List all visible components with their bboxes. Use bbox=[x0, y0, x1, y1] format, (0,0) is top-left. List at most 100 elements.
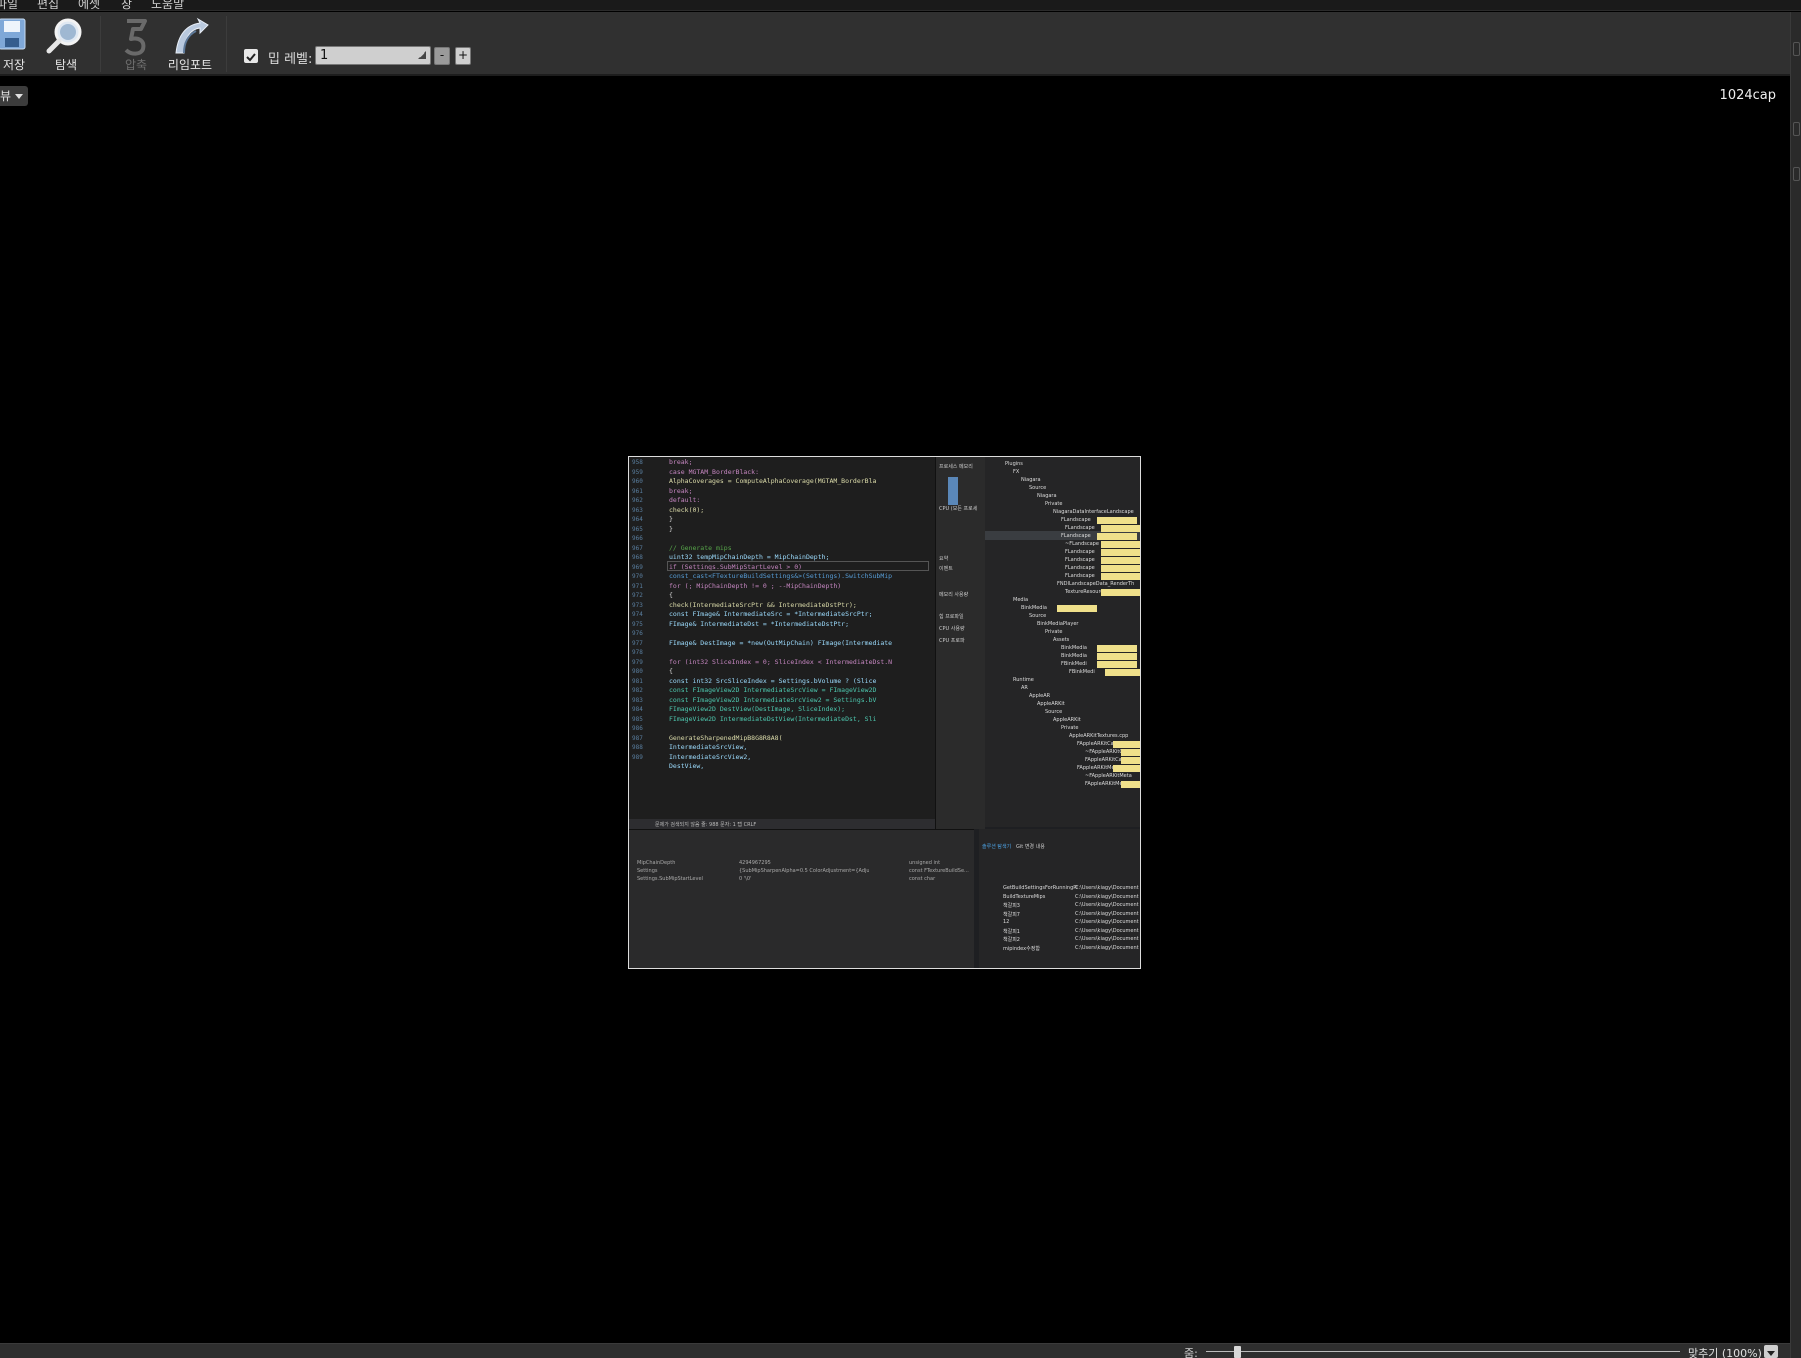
preview-bookmark-name: 책갈피7 bbox=[1003, 911, 1020, 918]
preview-tree-tag bbox=[1101, 541, 1140, 548]
menu-asset[interactable]: 에셋 bbox=[78, 0, 100, 10]
preview-tree-tag bbox=[1097, 517, 1137, 524]
preview-local-type: const FTextureBuildSe... bbox=[909, 868, 969, 874]
preview-bookmark-name: 책갈피2 bbox=[1003, 937, 1020, 943]
preview-local-name: Settings.SubMipStartLevel bbox=[637, 876, 703, 882]
preview-line-number: 988 bbox=[632, 744, 643, 751]
preview-line-number: 980 bbox=[632, 668, 643, 675]
preview-tree-tag bbox=[1101, 565, 1140, 572]
preview-line-number: 985 bbox=[632, 715, 643, 723]
preview-line-number: 970 bbox=[632, 573, 643, 580]
mip-level-checkbox[interactable] bbox=[244, 49, 258, 63]
preview-line-number: 972 bbox=[632, 592, 643, 599]
preview-tree-node: FLandscape bbox=[1065, 557, 1095, 563]
preview-tree-node: Niagara bbox=[1021, 477, 1041, 483]
menu-window[interactable]: 창 bbox=[121, 0, 132, 10]
texture-preview: 958 959 960 961 962 963 964 965 966 967 968 969 970 9… bbox=[628, 456, 1141, 969]
zoom-bar: 줌: 맞추기 (100%) bbox=[0, 1343, 1790, 1358]
preview-code-line: FImageView2D IntermediateDstView(Interme… bbox=[669, 714, 877, 723]
preview-bookmark-path: C:\Users\kiagy\Document bbox=[1075, 919, 1139, 925]
preview-line-number: 981 bbox=[632, 677, 643, 685]
zoom-slider-thumb[interactable] bbox=[1234, 1346, 1242, 1358]
preview-line-number: 968 bbox=[632, 554, 643, 561]
preview-code-line: FImageView2D DestView(DestImage, SliceIn… bbox=[669, 705, 846, 713]
preview-diag-label: 힙 프로파일 bbox=[939, 614, 964, 620]
compress-label: 압축 bbox=[124, 58, 148, 72]
preview-tree-node: BinkMedia bbox=[1061, 645, 1087, 651]
panel-tab[interactable] bbox=[1793, 167, 1800, 181]
preview-line-number: 978 bbox=[632, 649, 643, 656]
preview-bookmark-path: C:\Users\kiagy\Document bbox=[1075, 944, 1139, 951]
preview-code-line: check(IntermediateSrcPtr && Intermediate… bbox=[669, 600, 857, 609]
preview-local-name: MipChainDepth bbox=[637, 860, 676, 866]
mip-increase-button[interactable]: + bbox=[455, 47, 471, 65]
toolbar: 저장 탐색 압축 리임포트 밉 레벨: 1 - + bbox=[0, 12, 1790, 76]
preview-line-number: 975 bbox=[632, 620, 643, 628]
side-panel-strip[interactable] bbox=[1790, 12, 1801, 1358]
preview-bookmark-path: C:\Users\kiagy\Document bbox=[1075, 927, 1139, 934]
preview-code-line: const FImageView2D IntermediateSrcView =… bbox=[669, 686, 877, 694]
preview-tree-tag bbox=[1101, 525, 1140, 532]
preview-tree-tag bbox=[1101, 573, 1140, 580]
menu-file[interactable]: 파일 bbox=[0, 0, 18, 10]
preview-tree-node: FBinkMedi bbox=[1069, 669, 1095, 675]
preview-tree-node: FLandscape bbox=[1065, 565, 1095, 571]
preview-locals-panel: MipChainDepth 4294967295 unsigned int Setti… bbox=[629, 829, 974, 968]
preview-line-number: 984 bbox=[632, 706, 643, 713]
menu-edit[interactable]: 편집 bbox=[37, 0, 59, 10]
preview-code-line: check(0); bbox=[669, 505, 705, 514]
preview-tree-node: Media bbox=[1013, 597, 1029, 603]
preview-tree-node: Runtime bbox=[1013, 677, 1034, 683]
panel-tab[interactable] bbox=[1793, 42, 1800, 56]
preview-tree-node: FLandscape bbox=[1065, 549, 1095, 555]
mip-level-input[interactable]: 1 bbox=[315, 46, 431, 65]
preview-line-number: 983 bbox=[632, 696, 643, 704]
texture-editor-window: 파일 편집 에셋 창 도움말 저장 탐색 bbox=[0, 0, 1801, 1358]
preview-tree-tag bbox=[1113, 741, 1140, 748]
preview-tree-tag bbox=[1097, 653, 1137, 660]
preview-line-number: 987 bbox=[632, 734, 643, 742]
preview-bookmark-name: 12 bbox=[1003, 919, 1010, 925]
compress-button[interactable]: 압축 bbox=[114, 14, 158, 74]
reimport-button[interactable]: 리임포트 bbox=[166, 14, 214, 74]
preview-tree-node: FX bbox=[1013, 469, 1020, 475]
preview-line-number: 962 bbox=[632, 497, 643, 504]
menu-bar: 파일 편집 에셋 창 도움말 bbox=[0, 0, 1801, 11]
preview-line-number: 959 bbox=[632, 468, 643, 476]
preview-line-number: 961 bbox=[632, 487, 643, 495]
zoom-slider-track[interactable] bbox=[1206, 1351, 1680, 1352]
view-options-dropdown[interactable]: 뷰 bbox=[0, 86, 28, 106]
panel-tab[interactable] bbox=[1793, 122, 1800, 136]
preview-tree-tag bbox=[1101, 589, 1140, 596]
menu-help[interactable]: 도움말 bbox=[151, 0, 184, 10]
preview-tree-node: Niagara bbox=[1037, 493, 1057, 499]
preview-tree-tag bbox=[1101, 549, 1140, 556]
preview-bookmark-path: C:\Users\kiagy\Document bbox=[1075, 910, 1139, 917]
preview-diag-label: 메모리 사용량 bbox=[939, 592, 969, 598]
preview-tree-node: Assets bbox=[1053, 637, 1070, 643]
preview-code-line: case MGTAM_BorderBlack: bbox=[669, 467, 760, 476]
preview-line-number: 966 bbox=[632, 535, 643, 542]
preview-current-line bbox=[667, 561, 929, 571]
preview-tree-node: ~FLandscape bbox=[1065, 541, 1099, 547]
preview-explorer-tab: Git 변경 내용 bbox=[1016, 844, 1045, 850]
preview-tree-node: Private bbox=[1045, 629, 1063, 635]
preview-line-number: 965 bbox=[632, 525, 643, 533]
browse-button[interactable]: 탐색 bbox=[44, 14, 88, 74]
preview-bookmark-name: GetBuildSettingsForRunningPl bbox=[1003, 885, 1078, 891]
preview-tree-tag bbox=[1097, 661, 1137, 668]
mip-decrease-button[interactable]: - bbox=[434, 47, 450, 65]
preview-diag-label: CPU (모든 프로세 bbox=[939, 506, 978, 512]
preview-code-line: } bbox=[669, 515, 673, 523]
preview-code-line: const_cast<FTextureBuildSettings&>(Setti… bbox=[669, 572, 893, 580]
zoom-dropdown-button[interactable] bbox=[1764, 1345, 1778, 1358]
preview-tree-tag bbox=[1097, 533, 1137, 540]
preview-tree-node: Source bbox=[1029, 485, 1047, 491]
preview-tree-tag bbox=[1113, 765, 1140, 772]
preview-code-line: FImage& DestImage = *new(OutMipChain) FI… bbox=[669, 638, 893, 647]
preview-line-number: 973 bbox=[632, 601, 643, 609]
preview-local-type: unsigned int bbox=[909, 860, 941, 866]
browse-label: 탐색 bbox=[54, 58, 78, 72]
preview-code-line: GenerateSharpenedMipB8G8R8A8( bbox=[669, 733, 783, 742]
save-button[interactable]: 저장 bbox=[0, 14, 28, 74]
